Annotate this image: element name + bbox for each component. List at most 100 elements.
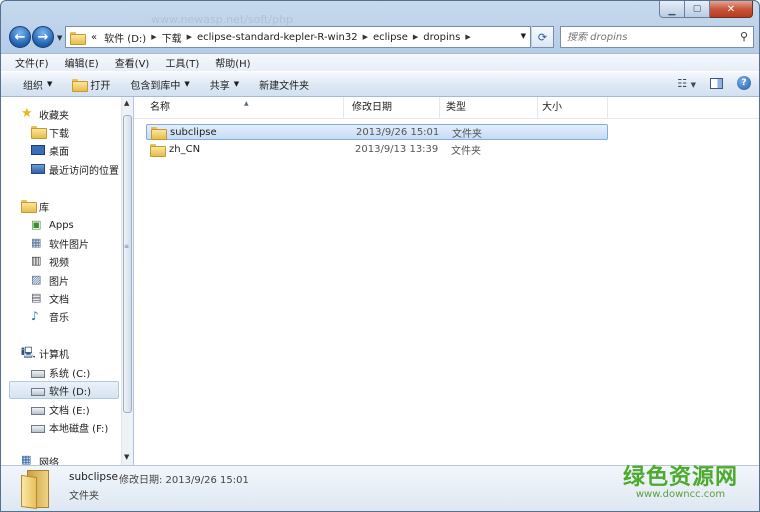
- menu-file[interactable]: 文件(F): [7, 55, 57, 70]
- apps-library-icon: ▣: [31, 218, 42, 231]
- watermark-url: www.downcc.com: [635, 489, 726, 500]
- file-row-subclipse[interactable]: subclipse 2013/9/26 15:01 文件夹: [146, 124, 608, 140]
- search-icon[interactable]: ⚲: [740, 30, 748, 43]
- preview-pane-button[interactable]: [710, 77, 723, 89]
- open-label: 打开: [90, 80, 111, 92]
- column-date-modified[interactable]: 修改日期: [344, 97, 440, 119]
- sidebar-label: 视频: [49, 257, 69, 269]
- back-button[interactable]: ←: [9, 26, 31, 48]
- view-options-button[interactable]: ☷ ▼: [677, 77, 696, 90]
- drive-icon: [31, 424, 45, 433]
- new-folder-button[interactable]: 新建文件夹: [249, 77, 319, 92]
- breadcrumb-drive-d[interactable]: 软件 (D:): [100, 30, 150, 45]
- chevron-right-icon[interactable]: ▶: [150, 33, 157, 41]
- file-type: 文件夹: [452, 128, 482, 140]
- forward-button[interactable]: →: [32, 26, 54, 48]
- column-label: 修改日期: [352, 102, 392, 113]
- folder-icon: [151, 126, 167, 140]
- scroll-down-icon[interactable]: ▼: [124, 453, 129, 461]
- watermark-chinese: 绿色资源网: [623, 465, 739, 490]
- computer-icon: 🖳: [21, 346, 36, 359]
- address-history-dropdown-icon[interactable]: ▼: [521, 32, 526, 40]
- documents-library-icon: ▤: [31, 291, 42, 304]
- recent-pages-dropdown-icon[interactable]: ▼: [57, 34, 62, 42]
- file-name: subclipse: [170, 126, 217, 138]
- caption-buttons: ▁ ▢ ✕: [659, 1, 753, 18]
- share-label: 共享: [209, 80, 230, 92]
- close-button[interactable]: ✕: [710, 1, 753, 18]
- maximize-button[interactable]: ▢: [685, 1, 710, 18]
- chevron-right-icon[interactable]: ▶: [464, 33, 471, 41]
- menu-help[interactable]: 帮助(H): [207, 55, 258, 70]
- organize-button[interactable]: 组织 ▼: [13, 77, 62, 92]
- chevron-down-icon: ▼: [47, 80, 53, 88]
- recent-places-icon: [31, 164, 45, 174]
- scrollbar-grip-icon: ≡: [124, 243, 130, 250]
- image-library-icon: ▦: [31, 236, 42, 249]
- sidebar-label: 下载: [49, 128, 69, 140]
- share-button[interactable]: 共享 ▼: [200, 77, 249, 92]
- column-size[interactable]: 大小: [538, 97, 608, 119]
- breadcrumb-downloads[interactable]: 下载: [158, 30, 186, 45]
- sidebar-label: 软件图片: [49, 239, 89, 251]
- close-icon: ✕: [726, 3, 736, 15]
- refresh-button[interactable]: ⟳: [532, 26, 554, 48]
- sort-ascending-icon: ▲: [244, 100, 249, 107]
- navigation-scrollbar[interactable]: ▲ ≡ ▼: [121, 97, 133, 465]
- forward-arrow-icon: →: [37, 29, 49, 45]
- include-library-label: 包含到库中: [130, 80, 181, 92]
- open-folder-icon: [72, 78, 89, 92]
- breadcrumb-eclipse-kepler[interactable]: eclipse-standard-kepler-R-win32: [193, 32, 362, 43]
- desktop-icon: [31, 145, 45, 155]
- maximize-icon: ▢: [692, 4, 702, 14]
- menu-edit[interactable]: 编辑(E): [57, 55, 107, 70]
- title-bar[interactable]: www.newasp.net/soft/php ▁ ▢ ✕: [1, 1, 759, 26]
- menu-view[interactable]: 查看(V): [107, 55, 158, 70]
- system-drive-icon: [31, 369, 45, 378]
- address-bar[interactable]: « 软件 (D:) ▶ 下载 ▶ eclipse-standard-kepler-R…: [65, 26, 531, 48]
- search-box[interactable]: ⚲: [560, 26, 754, 48]
- sidebar-item-drive-d[interactable]: 软件 (D:): [9, 381, 119, 399]
- sidebar-label: 系统 (C:): [49, 368, 91, 380]
- file-name: zh_CN: [169, 143, 201, 155]
- column-type[interactable]: 类型: [440, 97, 538, 119]
- music-library-icon: ♪: [31, 309, 39, 323]
- breadcrumb-overflow[interactable]: «: [88, 32, 100, 43]
- file-date: 2013/9/26 15:01: [356, 126, 440, 138]
- details-file-name: subclipse: [69, 471, 118, 483]
- menu-bar: 文件(F) 编辑(E) 查看(V) 工具(T) 帮助(H): [1, 53, 759, 71]
- star-icon: ★: [21, 106, 33, 121]
- menu-tools[interactable]: 工具(T): [157, 55, 207, 70]
- scroll-up-icon[interactable]: ▲: [124, 99, 129, 107]
- minimize-icon: ▁: [668, 6, 676, 16]
- column-label: 大小: [542, 102, 562, 113]
- chevron-down-icon: ▼: [233, 80, 240, 88]
- back-arrow-icon: ←: [14, 29, 26, 45]
- navigation-pane: ★ 收藏夹 下载 桌面 最近访问的位置 库 ▣ Apps ▦ 软件图片 ▥ 视频 ▨ 图片…: [1, 97, 133, 465]
- column-headers: 名称 ▲ 修改日期 类型 大小: [134, 97, 759, 119]
- file-list-pane[interactable]: 名称 ▲ 修改日期 类型 大小 subclipse 2013/9/26 15:01…: [134, 97, 759, 465]
- sidebar-label: 音乐: [49, 312, 69, 324]
- include-in-library-button[interactable]: 包含到库中 ▼: [120, 77, 199, 92]
- video-library-icon: ▥: [31, 254, 42, 267]
- chevron-right-icon[interactable]: ▶: [362, 33, 369, 41]
- site-watermark: 绿色资源网 www.downcc.com: [623, 459, 738, 500]
- minimize-button[interactable]: ▁: [659, 1, 685, 18]
- sidebar-label: 最近访问的位置: [49, 165, 119, 177]
- breadcrumb-eclipse[interactable]: eclipse: [369, 32, 412, 43]
- sidebar-label: 图片: [49, 276, 69, 288]
- sidebar-label: 文档: [49, 294, 69, 306]
- search-input[interactable]: [567, 31, 727, 43]
- scrollbar-thumb[interactable]: [123, 115, 132, 413]
- sidebar-label: 桌面: [49, 146, 69, 158]
- open-button[interactable]: 打开: [62, 77, 120, 92]
- chevron-right-icon[interactable]: ▶: [412, 33, 419, 41]
- refresh-icon: ⟳: [537, 30, 548, 44]
- breadcrumb-dropins[interactable]: dropins: [419, 32, 464, 43]
- sidebar-label: 文档 (E:): [49, 405, 90, 417]
- column-name[interactable]: 名称 ▲: [134, 97, 344, 119]
- chevron-right-icon[interactable]: ▶: [186, 33, 193, 41]
- drive-icon: [31, 387, 45, 396]
- file-row-zh-cn[interactable]: zh_CN 2013/9/13 13:39 文件夹: [146, 141, 608, 157]
- help-icon[interactable]: ?: [737, 76, 751, 90]
